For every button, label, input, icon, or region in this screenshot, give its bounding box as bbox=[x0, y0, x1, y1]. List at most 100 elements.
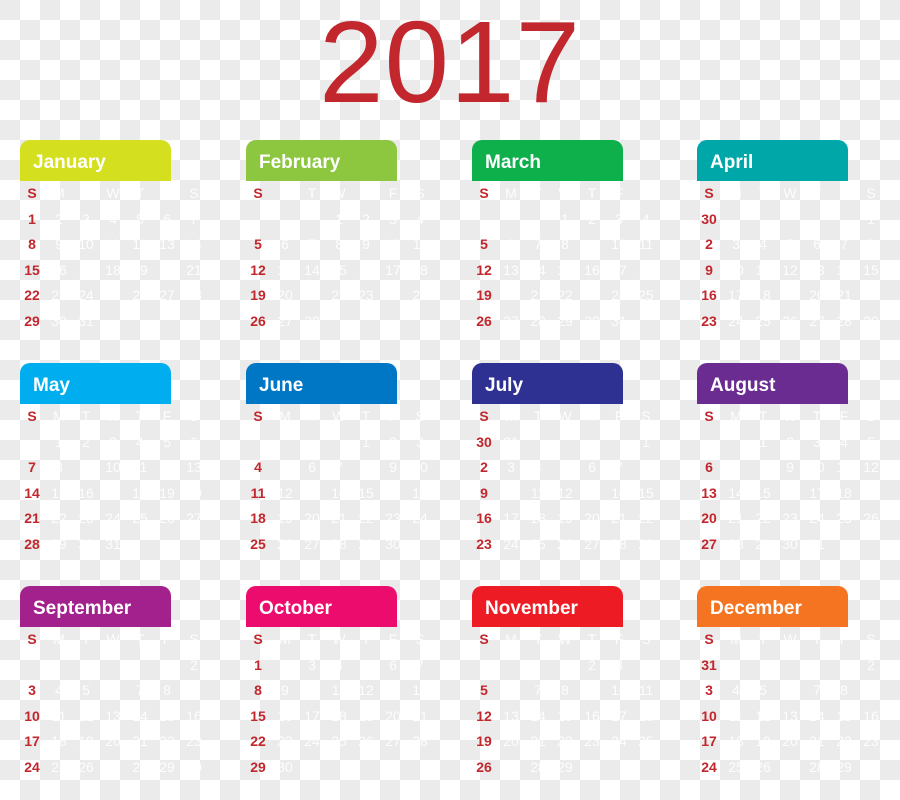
date: 21 bbox=[186, 261, 202, 278]
date: 20 bbox=[105, 733, 121, 749]
sunday-date: 20 bbox=[701, 510, 717, 526]
date: 7 bbox=[190, 210, 198, 227]
date: 2 bbox=[362, 210, 370, 227]
weekday-label: S bbox=[641, 408, 651, 424]
date: 3 bbox=[507, 459, 515, 475]
weekday-label: T bbox=[812, 631, 822, 647]
date: 26 bbox=[782, 312, 798, 329]
sunday-date: 9 bbox=[705, 261, 713, 278]
date: 27 bbox=[385, 733, 401, 749]
date: 1 bbox=[867, 210, 875, 227]
date: 27 bbox=[503, 312, 519, 329]
sunday-date: 7 bbox=[28, 459, 36, 475]
month-header: September bbox=[20, 586, 171, 627]
date: 14 bbox=[530, 707, 546, 724]
date: 5 bbox=[163, 433, 171, 450]
date: 28 bbox=[728, 535, 744, 552]
month-header: February bbox=[246, 140, 397, 181]
date: 13 bbox=[385, 682, 401, 698]
date: 26 bbox=[159, 510, 175, 526]
date: 28 bbox=[304, 312, 320, 329]
date: 11 bbox=[755, 261, 771, 278]
month-july: July S M T W T F S 30 31 1 2 3 4 5 6 7 8 9 10 11 12 13 14 15 16 17… bbox=[472, 363, 672, 563]
date: 1 bbox=[759, 433, 767, 450]
date: 9 bbox=[786, 459, 794, 475]
date: 21 bbox=[809, 733, 825, 749]
weekday-label: S bbox=[253, 185, 263, 201]
date: 6 bbox=[507, 236, 515, 252]
date: 23 bbox=[277, 733, 293, 749]
date: 12 bbox=[159, 459, 175, 475]
date: 30 bbox=[584, 312, 600, 329]
date: 20 bbox=[159, 261, 175, 278]
date: 23 bbox=[358, 287, 374, 303]
date: 4 bbox=[642, 656, 650, 673]
sunday-date: 12 bbox=[250, 261, 266, 278]
sunday-date: 4 bbox=[254, 459, 262, 475]
date: 1 bbox=[561, 210, 569, 227]
date: 2 bbox=[389, 433, 397, 450]
date: 1 bbox=[561, 656, 569, 673]
date: 21 bbox=[836, 287, 852, 303]
weekday-label: S bbox=[479, 631, 489, 647]
date: 12 bbox=[863, 459, 879, 475]
sunday-date: 19 bbox=[476, 287, 492, 303]
month-august: August S M T W T F S 1 2 3 4 5 6 7 8 9 10 11 12 13 14 15 16 17 18… bbox=[697, 363, 897, 563]
month-march: March S M T W T F S 1 2 3 4 5 6 7 8 9 10 11 12 13 14 15 16 17 18 1… bbox=[472, 140, 672, 340]
date: 8 bbox=[163, 682, 171, 698]
date: 6 bbox=[281, 236, 289, 252]
weekday-label: W bbox=[332, 631, 346, 647]
sunday-date: 21 bbox=[24, 510, 40, 526]
date: 24 bbox=[611, 733, 627, 749]
weekday-label: S bbox=[27, 185, 37, 201]
month-header: January bbox=[20, 140, 171, 181]
date: 30 bbox=[277, 758, 293, 775]
date: 14 bbox=[186, 236, 202, 252]
date: 15 bbox=[331, 261, 347, 278]
date: 23 bbox=[584, 287, 600, 303]
date: 14 bbox=[728, 484, 744, 501]
weekday-label: S bbox=[866, 631, 876, 647]
date: 17 bbox=[611, 261, 627, 278]
date: 9 bbox=[588, 236, 596, 252]
weekday-label: W bbox=[106, 185, 120, 201]
weekday-label: T bbox=[587, 408, 597, 424]
date: 19 bbox=[358, 707, 374, 724]
date: 30 bbox=[51, 312, 67, 329]
weekday-label: M bbox=[279, 631, 291, 647]
date: 27 bbox=[304, 535, 320, 552]
weekday-label: S bbox=[866, 408, 876, 424]
date: 20 bbox=[782, 733, 798, 749]
weekday-label: M bbox=[53, 185, 65, 201]
date: 23 bbox=[51, 287, 67, 303]
weekday-label: W bbox=[106, 631, 120, 647]
weekday-label: W bbox=[558, 408, 572, 424]
weekday-label: T bbox=[587, 631, 597, 647]
date: 7 bbox=[534, 236, 542, 252]
date: 24 bbox=[78, 287, 94, 303]
month-header: May bbox=[20, 363, 171, 404]
date: 9 bbox=[867, 682, 875, 698]
weekday-label: T bbox=[135, 631, 145, 647]
date: 27 bbox=[159, 287, 175, 303]
sunday-date: 14 bbox=[24, 484, 40, 501]
weekday-label: S bbox=[641, 185, 651, 201]
date: 25 bbox=[530, 535, 546, 552]
sunday-date: 11 bbox=[250, 484, 266, 501]
weekday-label: M bbox=[53, 408, 65, 424]
date: 2 bbox=[588, 210, 596, 227]
date: 15 bbox=[358, 484, 374, 501]
date: 10 bbox=[105, 459, 121, 475]
date: 3 bbox=[615, 656, 623, 673]
sunday-date: 15 bbox=[250, 707, 266, 724]
date: 26 bbox=[358, 733, 374, 749]
weekday-label: W bbox=[332, 185, 346, 201]
weekday-label: W bbox=[783, 185, 797, 201]
date: 17 bbox=[412, 484, 428, 501]
date: 31 bbox=[809, 535, 825, 552]
date: 10 bbox=[78, 236, 94, 252]
weekday-label: S bbox=[27, 408, 37, 424]
date: 22 bbox=[557, 287, 573, 303]
weekday-label: S bbox=[253, 408, 263, 424]
date: 17 bbox=[809, 484, 825, 501]
